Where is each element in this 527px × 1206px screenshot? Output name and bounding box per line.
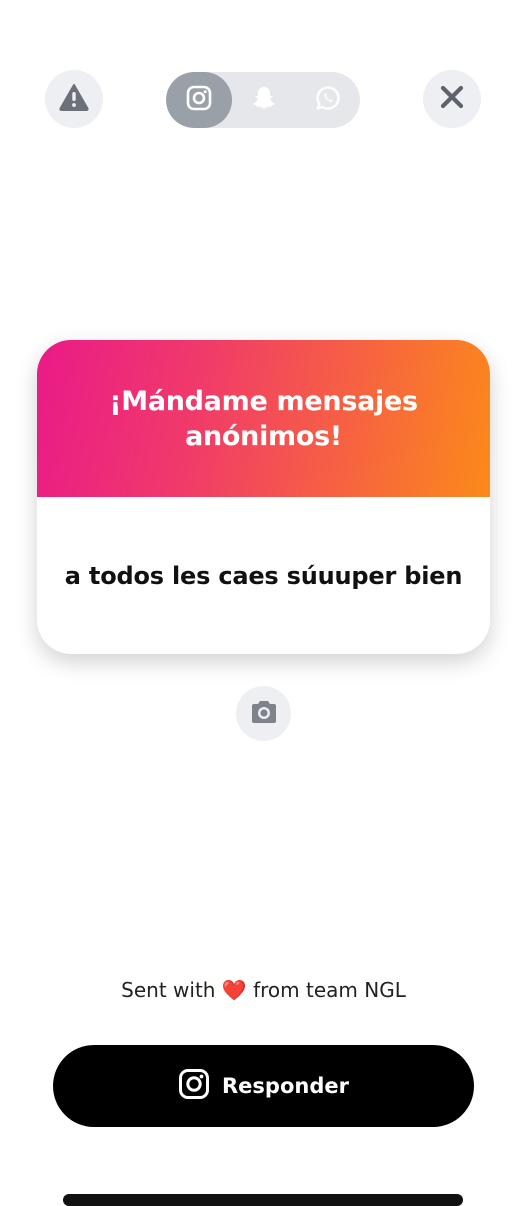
share-target-switcher [166,72,360,128]
warning-triangle-icon [59,83,89,115]
heart-icon: ❤️ [221,978,247,1002]
share-option-instagram[interactable] [166,72,232,128]
instagram-icon [186,85,212,115]
screenshot-camera-button[interactable] [236,686,291,741]
share-option-snapchat[interactable] [232,72,296,128]
card-title: ¡Mándame mensajes anónimos! [109,385,418,452]
footer-prefix: Sent with [121,978,216,1002]
instagram-icon [178,1068,210,1104]
anonymous-message: a todos les caes súuuper bien [64,561,463,590]
camera-icon [249,699,279,729]
message-card: ¡Mándame mensajes anónimos! a todos les … [37,340,490,654]
report-button[interactable] [45,70,103,128]
home-indicator [63,1194,463,1206]
snapchat-ghost-icon [251,85,277,115]
card-body: a todos les caes súuuper bien [37,497,490,654]
sent-with-love-note: Sent with ❤️ from team NGL [0,978,527,1002]
reply-button[interactable]: Responder [53,1045,474,1127]
share-option-whatsapp[interactable] [296,72,360,128]
whatsapp-icon [315,85,341,115]
footer-suffix: from team NGL [253,978,406,1002]
card-header: ¡Mándame mensajes anónimos! [37,340,490,497]
reply-button-label: Responder [222,1074,349,1098]
close-button[interactable] [423,70,481,128]
close-icon [440,85,464,113]
